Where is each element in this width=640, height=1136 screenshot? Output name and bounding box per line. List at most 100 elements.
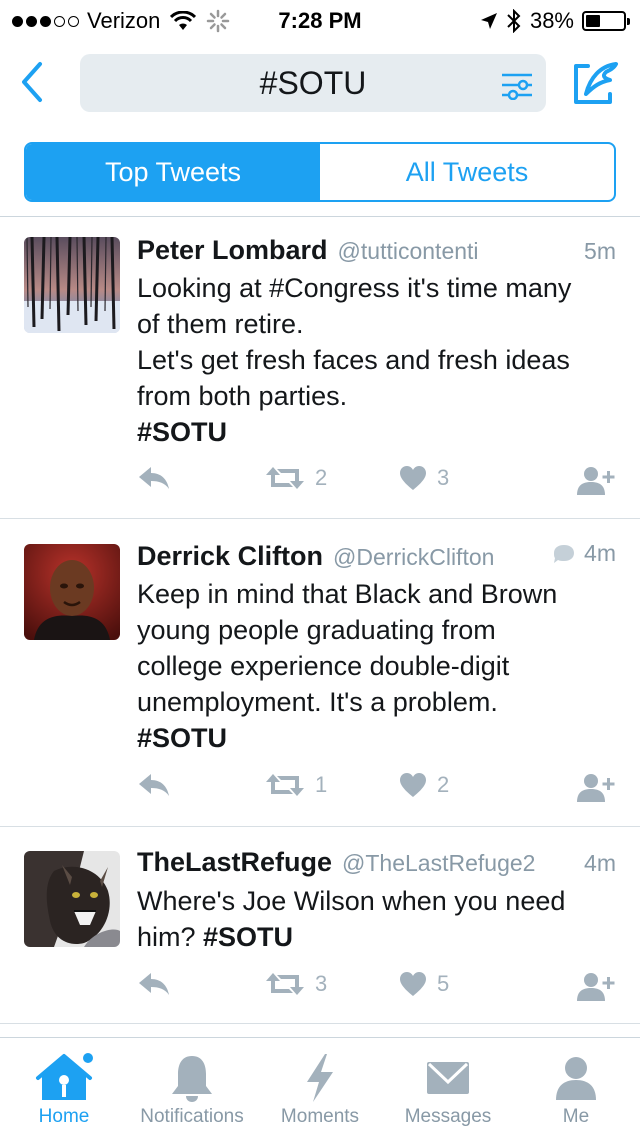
tab-label: Home xyxy=(38,1106,90,1127)
lightning-icon xyxy=(307,1054,333,1102)
compose-tweet-button[interactable] xyxy=(570,60,620,108)
hashtag-link[interactable]: #SOTU xyxy=(137,720,620,756)
status-bar: Verizon 7:28 PM 38% xyxy=(0,0,640,40)
tweet-actions: 1 2 xyxy=(137,772,617,808)
search-query-text[interactable]: #SOTU xyxy=(80,65,546,102)
retweet-icon xyxy=(266,774,304,796)
tweet-text-line: Looking at #Congress it's time many xyxy=(137,273,572,303)
tab-label: Notifications xyxy=(140,1106,244,1127)
tweet-text-line: Let's get fresh faces and fresh ideas xyxy=(137,345,570,375)
retweet-icon xyxy=(266,973,304,995)
bell-icon xyxy=(172,1056,212,1102)
tweet-timestamp: 5m xyxy=(584,238,616,264)
tab-label: Me xyxy=(562,1106,590,1127)
reply-icon xyxy=(139,973,169,995)
tweet-author-handle[interactable]: @TheLastRefuge2 xyxy=(342,850,535,877)
all-tweets-tab[interactable]: All Tweets xyxy=(320,144,614,200)
tweet-text-line: unemployment. It's a problem. xyxy=(137,687,498,717)
heart-icon xyxy=(400,466,426,490)
search-field[interactable]: #SOTU xyxy=(80,54,546,112)
bottom-tab-bar: Home Notifications Moments Messages Me xyxy=(0,1037,640,1136)
tab-me[interactable]: Me xyxy=(512,1038,640,1136)
retweet-count: 1 xyxy=(315,772,328,797)
retweet-icon xyxy=(266,467,304,489)
avatar[interactable] xyxy=(24,237,120,333)
location-arrow-icon xyxy=(480,13,497,29)
retweet-count: 2 xyxy=(315,465,328,490)
reply-icon xyxy=(139,774,169,796)
like-button[interactable]: 2 xyxy=(399,772,449,798)
hashtag-link[interactable]: #SOTU xyxy=(137,414,620,450)
chevron-left-icon xyxy=(22,62,42,102)
like-button[interactable]: 3 xyxy=(399,465,449,491)
tweet-item[interactable]: Derrick Clifton @DerrickClifton 4m Keep … xyxy=(0,520,640,827)
add-user-icon xyxy=(577,467,615,495)
tab-home[interactable]: Home xyxy=(0,1038,128,1136)
home-icon xyxy=(36,1053,93,1100)
tweet-actions: 3 5 xyxy=(137,971,617,1007)
divider xyxy=(0,518,640,519)
top-tweets-tab[interactable]: Top Tweets xyxy=(26,144,320,200)
tweet-author-handle[interactable]: @DerrickClifton xyxy=(333,544,494,571)
tweet-text-line: Keep in mind that Black and Brown xyxy=(137,579,558,609)
tweet-text-line: college experience double-digit xyxy=(137,651,510,681)
tweet-author-handle[interactable]: @tutticontenti xyxy=(338,238,479,265)
follow-button[interactable] xyxy=(577,465,617,495)
heart-icon xyxy=(400,972,426,996)
reply-button[interactable] xyxy=(137,465,171,491)
like-count: 3 xyxy=(437,465,450,490)
reply-button[interactable] xyxy=(137,772,171,798)
avatar[interactable] xyxy=(24,851,120,947)
back-button[interactable] xyxy=(14,60,54,104)
tweet-author-name[interactable]: Peter Lombard xyxy=(137,235,328,266)
add-user-icon xyxy=(577,973,615,1001)
divider xyxy=(0,1023,640,1024)
like-button[interactable]: 5 xyxy=(399,971,449,997)
bluetooth-icon xyxy=(507,9,521,33)
reply-icon xyxy=(139,467,169,489)
reply-button[interactable] xyxy=(137,971,171,997)
tweet-text-line: from both parties. xyxy=(137,381,348,411)
tweet-text: Where's Joe Wilson when you need him? #S… xyxy=(137,883,620,955)
retweet-count: 3 xyxy=(315,971,328,996)
person-icon xyxy=(556,1057,596,1100)
tweet-text-line: Where's Joe Wilson when you need xyxy=(137,886,566,916)
tweet-text: Keep in mind that Black and Brown young … xyxy=(137,576,620,756)
tab-messages[interactable]: Messages xyxy=(384,1038,512,1136)
tweet-text: Looking at #Congress it's time many of t… xyxy=(137,270,620,450)
tweet-item[interactable]: TheLastRefuge @TheLastRefuge2 4m Where's… xyxy=(0,827,640,1027)
follow-button[interactable] xyxy=(577,772,617,802)
tweet-item[interactable]: Peter Lombard @tutticontenti 5m Looking … xyxy=(0,217,640,519)
tab-notifications[interactable]: Notifications xyxy=(128,1038,256,1136)
search-header: #SOTU xyxy=(0,50,640,120)
retweet-button[interactable]: 2 xyxy=(265,465,327,491)
tab-moments[interactable]: Moments xyxy=(256,1038,384,1136)
avatar[interactable] xyxy=(24,544,120,640)
envelope-icon xyxy=(427,1062,469,1094)
battery-percent: 38% xyxy=(529,8,574,33)
like-count: 2 xyxy=(437,772,450,797)
retweet-button[interactable]: 3 xyxy=(265,971,327,997)
battery-icon xyxy=(582,11,630,31)
tab-label: Messages xyxy=(404,1106,492,1127)
compose-quill-icon xyxy=(574,62,618,104)
conversation-icon xyxy=(554,544,575,563)
tweet-text-segment: him? xyxy=(137,922,204,952)
tweet-author-name[interactable]: TheLastRefuge xyxy=(137,847,332,878)
heart-icon xyxy=(400,773,426,797)
tab-label: Moments xyxy=(280,1106,360,1127)
add-user-icon xyxy=(577,774,615,802)
tweet-actions: 2 3 xyxy=(137,465,617,501)
sliders-icon xyxy=(502,73,532,101)
tweet-timestamp: 4m xyxy=(584,540,616,566)
retweet-button[interactable]: 1 xyxy=(265,772,327,798)
tweet-timestamp: 4m xyxy=(584,850,616,876)
hashtag-link[interactable]: #SOTU xyxy=(203,922,293,952)
search-filter-button[interactable] xyxy=(500,70,534,101)
tweet-text-line: young people graduating from xyxy=(137,615,496,645)
like-count: 5 xyxy=(437,971,450,996)
tweet-author-name[interactable]: Derrick Clifton xyxy=(137,541,323,572)
tweet-filter-segmented-control: Top Tweets All Tweets xyxy=(24,142,616,202)
follow-button[interactable] xyxy=(577,971,617,1001)
tweet-text-line: of them retire. xyxy=(137,309,304,339)
